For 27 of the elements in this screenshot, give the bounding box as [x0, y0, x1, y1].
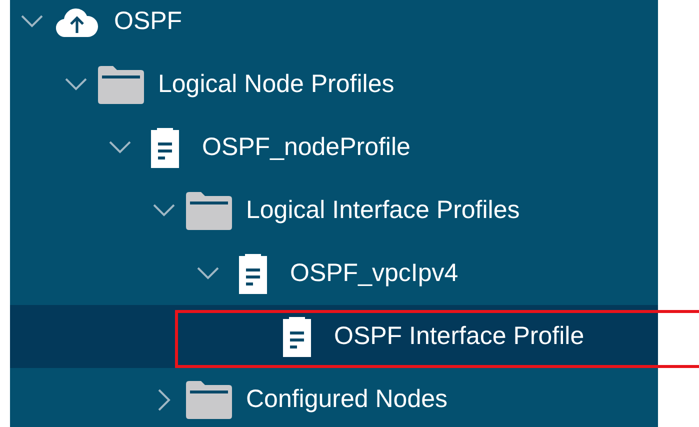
document-icon	[151, 128, 179, 168]
folder-icon	[98, 66, 144, 104]
document-icon	[239, 254, 267, 294]
tree-item[interactable]: OSPF_vpcIpv4	[10, 242, 658, 305]
folder-icon	[186, 380, 232, 418]
tree-item-label: Logical Node Profiles	[158, 70, 394, 99]
chevron-down-icon[interactable]	[153, 204, 175, 217]
chevron-down-icon[interactable]	[109, 141, 131, 154]
tree-item[interactable]: Logical Interface Profiles	[10, 179, 658, 242]
tree-item-label: Logical Interface Profiles	[246, 196, 520, 225]
chevron-down-icon[interactable]	[21, 15, 43, 28]
tree-item[interactable]: OSPF	[10, 0, 658, 53]
tree-item-label: OSPF Interface Profile	[334, 322, 584, 351]
chevron-down-icon[interactable]	[197, 267, 219, 280]
document-icon	[283, 316, 311, 356]
tree-item-label: OSPF	[114, 7, 182, 36]
folder-icon	[186, 192, 232, 230]
chevron-right-icon[interactable]	[158, 388, 170, 410]
tree-item[interactable]: OSPF_nodeProfile	[10, 116, 658, 179]
tree-item[interactable]: OSPF Interface Profile	[10, 305, 658, 368]
tree-item-label: Configured Nodes	[246, 385, 448, 414]
tree-item[interactable]: Configured Nodes	[10, 368, 658, 427]
cloud-upload-icon	[56, 6, 98, 36]
chevron-down-icon[interactable]	[65, 78, 87, 91]
tree-item-label: OSPF_nodeProfile	[202, 133, 410, 162]
tree-item[interactable]: Logical Node Profiles	[10, 53, 658, 116]
tree-item-label: OSPF_vpcIpv4	[290, 259, 458, 288]
